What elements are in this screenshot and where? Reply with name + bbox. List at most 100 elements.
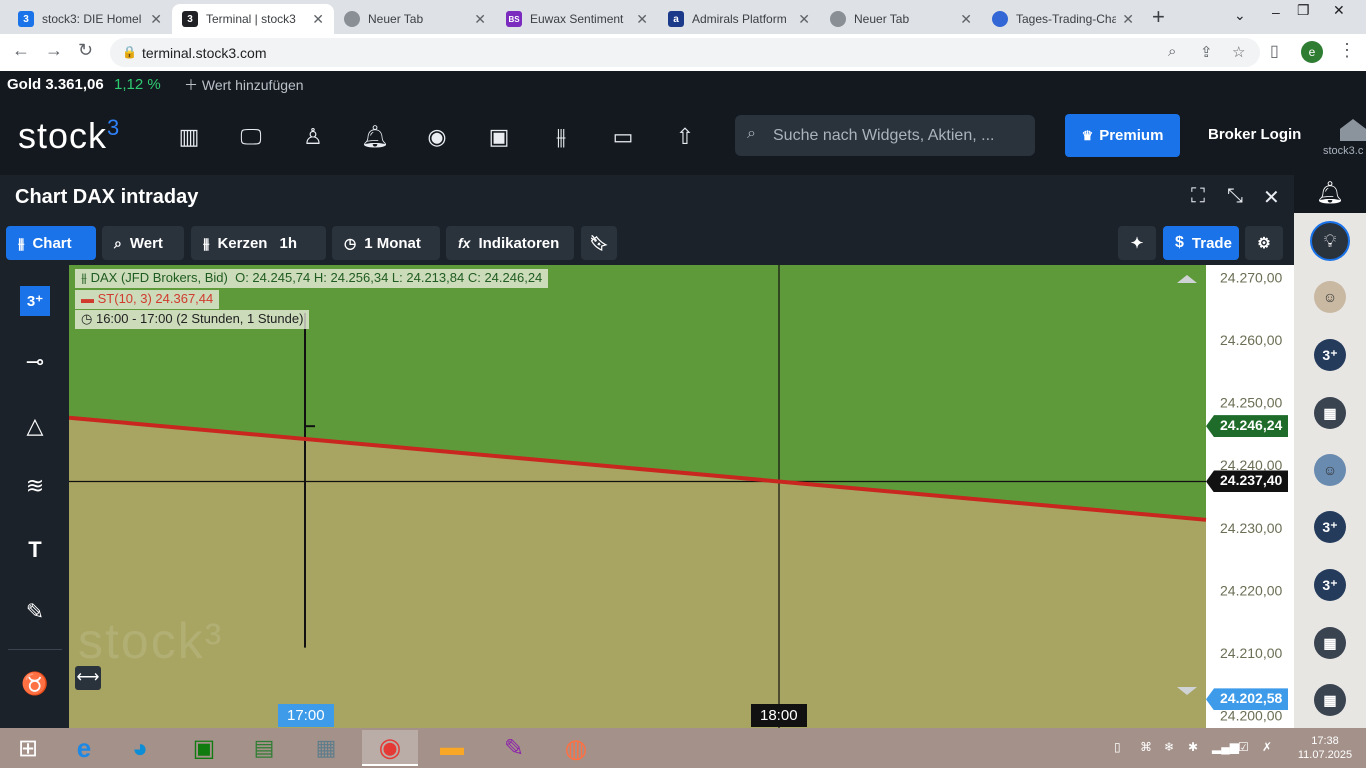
tray-check-icon[interactable]: ☑ <box>1238 740 1249 754</box>
back-arrow-icon[interactable]: ← <box>12 40 30 61</box>
close-icon[interactable]: ✕ <box>312 11 324 28</box>
table-icon[interactable]: ▦ <box>1314 684 1346 716</box>
tab-admirals[interactable]: a Admirals Platform ✕ <box>658 4 820 34</box>
tab-neuer-tab[interactable]: Neuer Tab ✕ <box>334 4 496 34</box>
bookmark-button[interactable]: 🔖︎ <box>581 226 617 260</box>
user-avatar-1[interactable]: ☺ <box>1314 281 1346 313</box>
interval-label[interactable]: 1h <box>279 235 297 252</box>
legend-supertrend[interactable]: ▬ ST(10, 3) 24.367,44 <box>75 290 220 309</box>
upload-icon[interactable]: ⇧ <box>670 123 700 151</box>
triangle-tool-icon[interactable]: △ <box>20 411 50 441</box>
windows-start-icon[interactable]: ⊞ <box>0 730 56 766</box>
tab-euwax[interactable]: BS Euwax Sentiment ✕ <box>496 4 658 34</box>
bookmark-star-icon[interactable]: ☆ <box>1232 43 1245 61</box>
address-bar[interactable]: 🔒 terminal.stock3.com ⌕ ⇪ ☆ <box>110 38 1260 67</box>
money-icon[interactable]: ▣ <box>484 123 514 151</box>
minimize-icon[interactable]: – <box>1272 4 1280 20</box>
tray-volume-icon[interactable]: ✗ <box>1262 740 1272 754</box>
search-placeholder[interactable]: Suche nach Widgets, Aktien, ... <box>773 127 994 145</box>
zoom-icon[interactable]: ⌕ <box>1168 43 1176 60</box>
indikatoren-button[interactable]: fx Indikatoren <box>446 226 574 260</box>
taskbar-clock[interactable]: 17:38 11.07.2025 <box>1290 734 1360 762</box>
notifications-bell-icon[interactable]: 🔔︎ <box>1294 175 1366 213</box>
reload-icon[interactable]: ↻ <box>78 40 93 61</box>
tray-network-icon[interactable]: ⌘ <box>1140 740 1152 754</box>
horizontal-resize-icon[interactable]: ⟷ <box>75 666 101 690</box>
store-icon[interactable]: ▣ <box>176 730 232 766</box>
new-tab-plus-icon[interactable]: + <box>1152 4 1165 30</box>
profile-avatar[interactable]: e <box>1301 41 1323 63</box>
close-widget-icon[interactable]: ✕ <box>1263 185 1280 210</box>
chart-canvas[interactable]: 24.270,0024.260,0024.250,0024.240,0024.2… <box>69 265 1294 728</box>
chart-app-icon[interactable]: ▤ <box>236 730 292 766</box>
table-icon[interactable]: ▦ <box>1314 397 1346 429</box>
popout-icon[interactable]: ⤡ <box>1227 185 1243 208</box>
magic-button[interactable]: ✦ <box>1118 226 1156 260</box>
user-avatar-2[interactable]: ☺ <box>1314 454 1346 486</box>
forward-arrow-icon[interactable]: → <box>45 40 63 61</box>
home-icon[interactable] <box>1340 119 1366 141</box>
close-icon[interactable]: ✕ <box>474 11 486 28</box>
maximize-icon[interactable]: ❐ <box>1297 2 1310 19</box>
tray-phone-icon[interactable]: ▯ <box>1114 740 1121 754</box>
url-text[interactable]: terminal.stock3.com <box>142 45 266 61</box>
sidepanel-icon[interactable]: ▯ <box>1270 41 1279 61</box>
kerzen-button[interactable]: ⫵ Kerzen 1h <box>191 226 326 260</box>
close-icon[interactable]: ✕ <box>798 11 810 28</box>
tab-tages-trading[interactable]: Tages-Trading-Cha ✕ <box>982 4 1144 34</box>
tray-signal-icon[interactable]: ▂▄▆ <box>1212 740 1239 754</box>
table-icon[interactable]: ▦ <box>1314 627 1346 659</box>
edit-tool-icon[interactable]: ✎ <box>20 597 50 627</box>
y-tick-label: 24.220,00 <box>1220 582 1282 598</box>
tab-neuer-tab-2[interactable]: Neuer Tab ✕ <box>820 4 982 34</box>
text-tool-icon[interactable]: T <box>20 535 50 565</box>
wert-button[interactable]: ⌕ Wert <box>102 226 184 260</box>
close-icon[interactable]: ✕ <box>150 11 162 28</box>
close-icon[interactable]: ✕ <box>1122 11 1134 28</box>
paint-icon[interactable]: ✎ <box>486 730 542 766</box>
fullscreen-icon[interactable]: ⛶ <box>1191 185 1205 208</box>
edge-icon[interactable]: ◕ <box>112 730 168 766</box>
tab-search-chevron-icon[interactable]: ⌄ <box>1234 7 1246 24</box>
premium-button[interactable]: ♛ Premium <box>1065 114 1180 157</box>
tray-bluetooth-icon[interactable]: ✱ <box>1188 740 1198 754</box>
stock3-tool-icon[interactable]: 3⁺ <box>20 286 50 316</box>
bull-icon[interactable]: ♉ <box>20 669 50 699</box>
calculator-icon[interactable]: ▦ <box>298 730 354 766</box>
candles-icon[interactable]: ⫵ <box>546 123 576 151</box>
broker-login-button[interactable]: Broker Login <box>1208 126 1301 143</box>
tab-terminal[interactable]: 3 Terminal | stock3 ✕ <box>172 4 334 34</box>
line-tool-icon[interactable]: ⊸ <box>20 347 50 377</box>
clock-icon: ◷ <box>81 311 93 326</box>
folder-icon[interactable]: ▭ <box>608 123 638 151</box>
bell-icon[interactable]: 🔔︎ <box>360 123 390 151</box>
firefox-icon[interactable]: ◍ <box>548 730 604 766</box>
browser-menu-icon[interactable]: ⋮ <box>1338 40 1356 61</box>
tab-stock3-home[interactable]: 3 stock3: DIE Homel ✕ <box>8 4 172 34</box>
eye-icon[interactable]: ◉ <box>422 123 452 151</box>
stock3-feed-icon[interactable]: 3⁺ <box>1314 511 1346 543</box>
fibonacci-tool-icon[interactable]: ≋ <box>20 471 50 501</box>
stock3-feed-icon[interactable]: 3⁺ <box>1314 339 1346 371</box>
chrome-icon[interactable]: ◉ <box>362 730 418 766</box>
share-icon[interactable]: ⇪ <box>1200 43 1213 61</box>
range-button[interactable]: ◷ 1 Monat <box>332 226 440 260</box>
user-icon[interactable]: ♙ <box>298 123 328 151</box>
monitor-icon[interactable]: 🖵 <box>236 123 266 151</box>
stock3-feed-icon[interactable]: 3⁺ <box>1314 569 1346 601</box>
window-close-icon[interactable]: ✕ <box>1333 2 1345 19</box>
stock3-logo[interactable]: stock3 <box>18 115 120 157</box>
columns-icon[interactable]: ▥ <box>174 123 204 151</box>
close-icon[interactable]: ✕ <box>636 11 648 28</box>
ideas-bulb-icon[interactable]: 💡︎ <box>1310 221 1350 261</box>
widget-search[interactable]: ⌕ Suche nach Widgets, Aktien, ... <box>735 115 1035 156</box>
internet-explorer-icon[interactable]: e <box>56 730 112 766</box>
close-icon[interactable]: ✕ <box>960 11 972 28</box>
file-explorer-icon[interactable]: ▬ <box>424 730 480 766</box>
trade-button[interactable]: $ Trade <box>1163 226 1239 260</box>
chart-button[interactable]: ⫵ Chart <box>6 226 96 260</box>
ticker-gold[interactable]: Gold 3.361,06 <box>7 76 104 93</box>
add-value-button[interactable]: ＋ Wert hinzufügen <box>184 75 304 95</box>
settings-button[interactable]: ⚙ <box>1245 226 1283 260</box>
tray-app-icon[interactable]: ❄ <box>1164 740 1174 754</box>
